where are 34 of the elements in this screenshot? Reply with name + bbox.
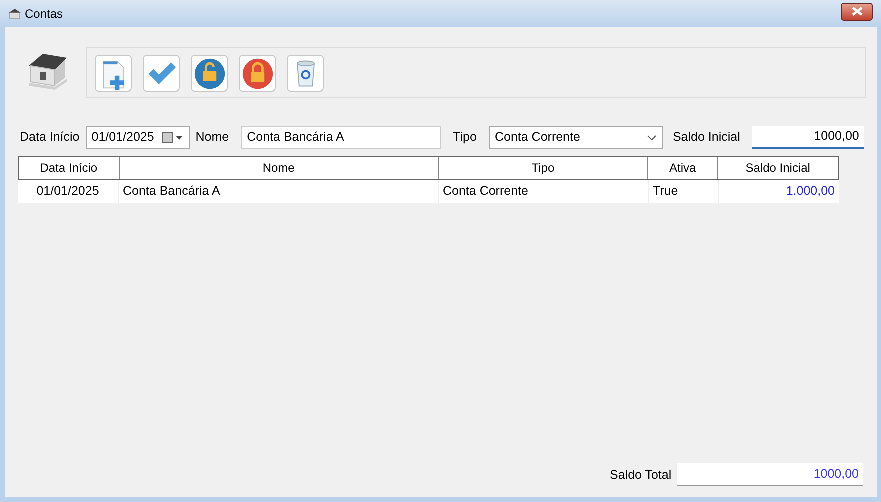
- date-value: 01/01/2025: [92, 129, 154, 146]
- recycle-bin-button[interactable]: [287, 55, 324, 92]
- column-header[interactable]: Tipo: [438, 157, 648, 179]
- table-cell: 1.000,00: [718, 180, 839, 203]
- date-label: Data Início: [20, 129, 80, 146]
- table-cell: True: [648, 180, 718, 203]
- chevron-down-icon: [646, 134, 657, 140]
- total-label: Saldo Total: [610, 467, 672, 484]
- name-label: Nome: [196, 129, 230, 146]
- column-header[interactable]: Nome: [118, 157, 438, 179]
- table-cell: Conta Corrente: [438, 180, 648, 203]
- type-label: Tipo: [453, 129, 477, 146]
- column-header[interactable]: Ativa: [647, 157, 718, 179]
- checkmark-button[interactable]: [143, 55, 180, 92]
- close-icon: [852, 7, 862, 16]
- padlock-button[interactable]: [239, 55, 276, 92]
- date-picker[interactable]: 01/01/2025: [86, 126, 190, 149]
- close-button[interactable]: [841, 2, 873, 20]
- balance-label: Saldo Inicial: [672, 129, 740, 146]
- app-icon: [8, 8, 22, 20]
- table-cell: Conta Bancária A: [118, 180, 438, 203]
- unlocked-padlock-icon: [192, 56, 226, 90]
- name-field[interactable]: Conta Bancária A: [241, 126, 442, 149]
- type-dropdown[interactable]: Conta Corrente: [488, 126, 663, 149]
- column-header[interactable]: Data Início: [19, 157, 119, 179]
- calendar-dropdown-icon: [162, 132, 184, 144]
- window-title: Contas: [25, 6, 64, 22]
- column-header[interactable]: Saldo Inicial: [717, 157, 838, 179]
- balance-field[interactable]: 1000,00: [752, 126, 864, 149]
- table-cell-text: 01/01/2025: [36, 183, 100, 200]
- total-field: 1000,00: [677, 463, 863, 486]
- padlock-icon: [240, 56, 274, 90]
- new-document-button[interactable]: [95, 55, 132, 92]
- unlocked-padlock-button[interactable]: [191, 55, 228, 92]
